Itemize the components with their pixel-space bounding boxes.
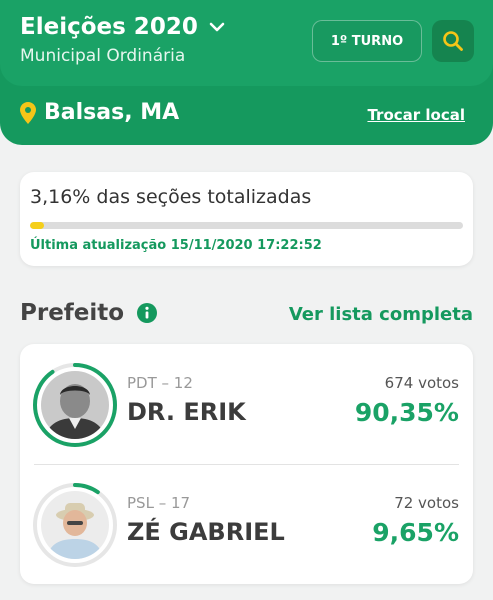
candidate-percent: 90,35%: [354, 398, 459, 427]
candidate-photo: [41, 491, 109, 559]
election-title: Eleições 2020: [20, 14, 198, 40]
progress-bar-fill: [30, 222, 44, 229]
election-selector[interactable]: Eleições 2020: [20, 14, 226, 40]
candidate-votes: 72 votos: [394, 494, 459, 512]
section-title-text: Prefeito: [20, 300, 125, 326]
candidate-row[interactable]: PDT – 12 DR. ERIK 674 votos 90,35%: [20, 354, 473, 464]
change-location-link[interactable]: Trocar local: [367, 106, 465, 124]
election-subtitle: Municipal Ordinária: [20, 46, 186, 66]
header: Eleições 2020 Municipal Ordinária 1º TUR…: [0, 0, 493, 145]
candidate-party: PSL – 17: [127, 494, 191, 512]
search-icon: [443, 31, 463, 51]
progress-card: 3,16% das seções totalizadas Última atua…: [20, 172, 473, 266]
location-row: Balsas, MA: [20, 100, 179, 125]
candidate-row[interactable]: PSL – 17 ZÉ GABRIEL 72 votos 9,65%: [20, 474, 473, 584]
divider: [34, 464, 459, 465]
candidate-percent: 9,65%: [372, 518, 459, 547]
location-name: Balsas, MA: [44, 100, 180, 125]
chevron-down-icon: [209, 22, 225, 32]
turno-button[interactable]: 1º TURNO: [312, 20, 422, 62]
section-title: Prefeito: [20, 300, 158, 326]
search-button[interactable]: [432, 20, 474, 62]
header-top: Eleições 2020 Municipal Ordinária 1º TUR…: [0, 0, 493, 86]
avatar: [32, 482, 118, 568]
avatar: [32, 362, 118, 448]
candidate-votes: 674 votos: [384, 374, 459, 392]
candidate-name: ZÉ GABRIEL: [127, 518, 285, 546]
candidates-card: PDT – 12 DR. ERIK 674 votos 90,35% PSL –…: [20, 344, 473, 584]
progress-text: 3,16% das seções totalizadas: [30, 186, 312, 208]
full-list-link[interactable]: Ver lista completa: [289, 304, 473, 325]
candidate-photo: [41, 371, 109, 439]
progress-bar: [30, 222, 463, 229]
candidate-name: DR. ERIK: [127, 398, 246, 426]
info-icon[interactable]: [136, 302, 158, 324]
last-updated: Última atualização 15/11/2020 17:22:52: [30, 238, 322, 253]
candidate-party: PDT – 12: [127, 374, 193, 392]
location-pin-icon: [20, 101, 36, 124]
